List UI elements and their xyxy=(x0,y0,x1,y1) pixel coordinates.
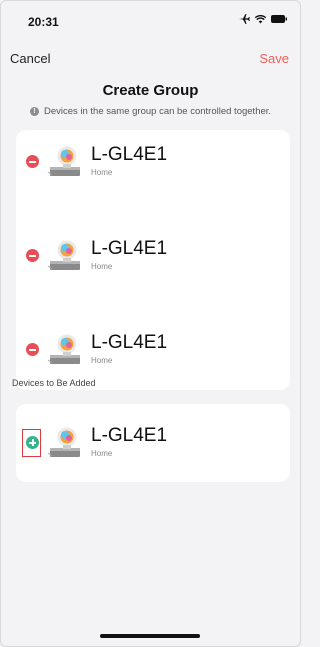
devices-to-add-card: L-GL4E1 Home xyxy=(16,404,290,482)
device-room: Home xyxy=(91,449,113,458)
group-device-row: L-GL4E1 Home xyxy=(16,228,290,284)
airplane-icon xyxy=(239,14,250,24)
group-device-row: L-GL4E1 Home xyxy=(16,322,290,378)
device-room: Home xyxy=(91,262,113,271)
group-device-row: L-GL4E1 Home xyxy=(16,134,290,190)
bulb-device-icon xyxy=(47,146,80,176)
info-icon: ! xyxy=(29,107,39,116)
wifi-icon xyxy=(255,14,266,24)
bulb-device-icon xyxy=(47,240,80,270)
remove-device-button[interactable] xyxy=(26,155,39,168)
device-name: L-GL4E1 xyxy=(91,425,168,446)
device-room: Home xyxy=(91,168,113,177)
add-device-row: L-GL4E1 Home xyxy=(16,415,290,471)
hint-text: Devices in the same group can be control… xyxy=(43,106,272,117)
add-device-button[interactable] xyxy=(26,436,39,449)
status-bar: 20:31 xyxy=(0,0,301,36)
bulb-device-icon xyxy=(47,334,80,364)
device-name: L-GL4E1 xyxy=(91,332,168,353)
hint-row: ! Devices in the same group can be contr… xyxy=(0,106,301,117)
cancel-button[interactable]: Cancel xyxy=(10,51,50,66)
remove-device-button[interactable] xyxy=(26,343,39,356)
devices-to-add-label: Devices to Be Added xyxy=(12,378,96,388)
status-icons xyxy=(239,14,287,24)
save-button[interactable]: Save xyxy=(259,51,289,66)
battery-icon xyxy=(271,15,287,23)
device-room: Home xyxy=(91,356,113,365)
remove-device-button[interactable] xyxy=(26,249,39,262)
nav-bar: Cancel Save xyxy=(0,48,301,72)
device-name: L-GL4E1 xyxy=(91,238,168,259)
home-indicator[interactable] xyxy=(100,634,200,638)
bulb-device-icon xyxy=(47,427,80,457)
group-devices-card: L-GL4E1 Home L-GL4E1 Home L-GL4E1 Home xyxy=(16,130,290,390)
status-time: 20:31 xyxy=(28,15,59,29)
page-title: Create Group xyxy=(102,82,199,99)
device-name: L-GL4E1 xyxy=(91,144,168,165)
